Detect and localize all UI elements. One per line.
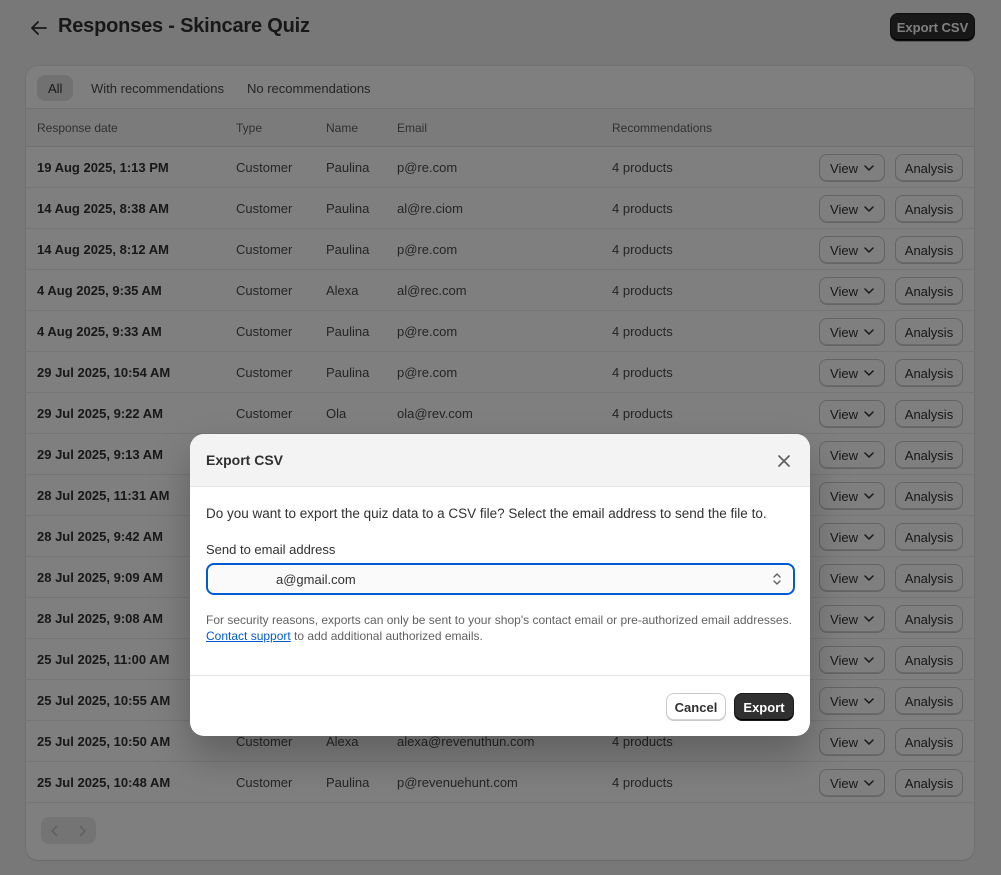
help-text: For security reasons, exports can only b…	[206, 612, 796, 644]
export-csv-dialog: Export CSV Do you want to export the qui…	[190, 434, 810, 736]
email-field-label: Send to email address	[206, 542, 336, 557]
selected-email: a@gmail.com	[218, 572, 356, 587]
dialog-description: Do you want to export the quiz data to a…	[206, 506, 767, 521]
contact-support-link[interactable]: Contact support	[206, 629, 291, 643]
export-button[interactable]: Export	[734, 693, 794, 721]
selected-email-text: a@gmail.com	[276, 572, 356, 587]
dialog-footer: Cancel Export	[190, 675, 810, 736]
dialog-header: Export CSV	[190, 434, 810, 487]
email-select[interactable]: a@gmail.com	[206, 563, 795, 595]
help-text-body: For security reasons, exports can only b…	[206, 613, 792, 627]
select-chevron-icon	[771, 571, 783, 587]
cancel-button[interactable]: Cancel	[666, 693, 726, 721]
close-icon[interactable]	[774, 451, 794, 471]
dialog-title: Export CSV	[206, 452, 284, 468]
help-text-suffix: to add additional authorized emails.	[290, 629, 483, 643]
